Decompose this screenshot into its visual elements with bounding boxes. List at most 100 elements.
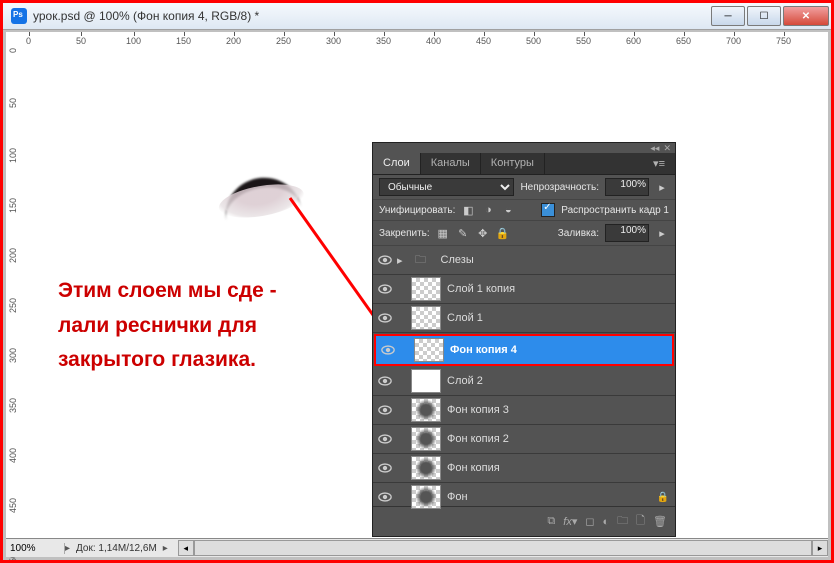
- folder-icon: 🗀: [407, 249, 435, 271]
- layer-name[interactable]: Слой 1: [447, 312, 669, 324]
- layer-thumb: [411, 306, 441, 330]
- visibility-toggle-icon[interactable]: [376, 345, 400, 355]
- layer-thumb: [411, 369, 441, 393]
- tab-layers[interactable]: Слои: [373, 153, 421, 174]
- layer-thumb: [411, 456, 441, 480]
- scroll-right-button[interactable]: ▸: [812, 540, 828, 556]
- layer-name[interactable]: Фон копия 4: [450, 344, 666, 356]
- layer-row[interactable]: Слой 1: [373, 304, 675, 333]
- layer-thumb: [411, 485, 441, 509]
- unify-style-icon[interactable]: ◒: [501, 203, 515, 217]
- layer-thumb: [414, 338, 444, 362]
- ruler-h-tick: 750: [776, 36, 791, 46]
- tab-paths[interactable]: Контуры: [481, 153, 545, 174]
- layer-list: ▸ 🗀 Слезы Слой 1 копия Слой 1 Фон копия 4 Слой…: [373, 246, 675, 506]
- visibility-toggle-icon[interactable]: [373, 284, 397, 294]
- lock-all-icon[interactable]: 🔒: [496, 226, 510, 240]
- window-close-button[interactable]: ✕: [783, 6, 829, 26]
- lock-position-icon[interactable]: ✥: [476, 226, 490, 240]
- doc-size-label: Док: 1,14M/12,6M: [70, 543, 163, 554]
- visibility-toggle-icon[interactable]: [373, 376, 397, 386]
- propagate-checkbox[interactable]: [541, 203, 555, 217]
- panel-menu-icon[interactable]: ▾≡: [643, 153, 675, 174]
- visibility-toggle-icon[interactable]: [373, 434, 397, 444]
- ruler-v-tick: 150: [8, 198, 18, 213]
- doc-flyout-icon[interactable]: ▸: [163, 543, 168, 554]
- panel-collapse-icon[interactable]: ◂◂: [650, 143, 659, 154]
- visibility-toggle-icon[interactable]: [373, 255, 397, 265]
- ruler-h-tick: 700: [726, 36, 741, 46]
- window-title: урок.psd @ 100% (Фон копия 4, RGB/8) *: [33, 9, 711, 23]
- layer-row[interactable]: Слой 2: [373, 367, 675, 396]
- visibility-toggle-icon[interactable]: [373, 405, 397, 415]
- adjustment-layer-icon[interactable]: ◐: [603, 516, 610, 528]
- layer-thumb: [411, 277, 441, 301]
- layer-name[interactable]: Фон: [447, 491, 657, 503]
- window-minimize-button[interactable]: ─: [711, 6, 745, 26]
- h-scrollbar[interactable]: ◂ ▸: [178, 540, 828, 556]
- scroll-track[interactable]: [194, 540, 812, 556]
- layer-mask-icon[interactable]: ◻: [585, 515, 594, 528]
- layer-name[interactable]: Слой 1 копия: [447, 283, 669, 295]
- delete-layer-icon[interactable]: 🗑: [653, 515, 667, 528]
- ruler-h-tick: 250: [276, 36, 291, 46]
- fill-flyout-icon[interactable]: ▸: [655, 226, 669, 240]
- link-layers-icon[interactable]: ⧉: [547, 515, 555, 528]
- ruler-h-tick: 100: [126, 36, 141, 46]
- layer-name[interactable]: Фон копия 3: [447, 404, 669, 416]
- ruler-h-tick: 150: [176, 36, 191, 46]
- opacity-input[interactable]: 100%: [605, 178, 649, 196]
- panel-close-icon[interactable]: ✕: [663, 143, 671, 154]
- unify-visibility-icon[interactable]: ◑: [481, 203, 495, 217]
- unify-label: Унифицировать:: [379, 205, 455, 216]
- layer-row[interactable]: Слой 1 копия: [373, 275, 675, 304]
- panel-footer: ⧉ fx▾ ◻ ◐ 🗀 🗋 🗑: [373, 506, 675, 536]
- fill-input[interactable]: 100%: [605, 224, 649, 242]
- layer-row[interactable]: ▸ 🗀 Слезы: [373, 246, 675, 275]
- visibility-toggle-icon[interactable]: [373, 463, 397, 473]
- expand-icon[interactable]: ▸: [397, 254, 403, 267]
- layer-name[interactable]: Фон копия: [447, 462, 669, 474]
- status-bar: 100% ▸ Док: 1,14M/12,6M ▸ ◂ ▸: [6, 538, 828, 557]
- opacity-flyout-icon[interactable]: ▸: [655, 180, 669, 194]
- ruler-v-tick: 450: [8, 498, 18, 513]
- ruler-v-tick: 350: [8, 398, 18, 413]
- blend-mode-select[interactable]: Обычные: [379, 178, 514, 196]
- ruler-h-tick: 500: [526, 36, 541, 46]
- layer-thumb: [411, 398, 441, 422]
- new-layer-icon[interactable]: 🗋: [636, 512, 645, 531]
- layer-row[interactable]: Фон копия 2: [373, 425, 675, 454]
- scroll-left-button[interactable]: ◂: [178, 540, 194, 556]
- ruler-h-tick: 200: [226, 36, 241, 46]
- ruler-v-tick: 200: [8, 248, 18, 263]
- lock-pixels-icon[interactable]: ✎: [456, 226, 470, 240]
- layer-fx-icon[interactable]: fx▾: [563, 515, 577, 528]
- new-group-icon[interactable]: 🗀: [617, 512, 628, 531]
- zoom-input[interactable]: 100%: [6, 543, 65, 554]
- vertical-ruler: 050100150200250300350400450500: [6, 48, 23, 539]
- layer-name[interactable]: Фон копия 2: [447, 433, 669, 445]
- layer-row[interactable]: Фон копия 4: [374, 334, 674, 366]
- visibility-toggle-icon[interactable]: [373, 313, 397, 323]
- layers-panel[interactable]: ◂◂ ✕ Слои Каналы Контуры ▾≡ Обычные Непр…: [372, 142, 676, 537]
- canvas[interactable]: Этим слоем мы сде - лали реснички для за…: [22, 48, 828, 539]
- window-maximize-button[interactable]: ☐: [747, 6, 781, 26]
- unify-position-icon[interactable]: ◧: [461, 203, 475, 217]
- visibility-toggle-icon[interactable]: [373, 492, 397, 502]
- annotation-line2: лали реснички для: [58, 309, 277, 344]
- layer-name[interactable]: Слезы: [441, 254, 669, 266]
- ruler-h-tick: 0: [26, 36, 31, 46]
- opacity-label: Непрозрачность:: [520, 182, 599, 193]
- titlebar: урок.psd @ 100% (Фон копия 4, RGB/8) * ─…: [3, 3, 831, 30]
- layer-row[interactable]: Фон копия: [373, 454, 675, 483]
- annotation-line1: Этим слоем мы сде -: [58, 274, 277, 309]
- ruler-h-tick: 600: [626, 36, 641, 46]
- photoshop-app-icon: [11, 8, 27, 24]
- panel-top-bar: ◂◂ ✕: [373, 143, 675, 153]
- layer-name[interactable]: Слой 2: [447, 375, 669, 387]
- layer-row[interactable]: Фон копия 3: [373, 396, 675, 425]
- tab-channels[interactable]: Каналы: [421, 153, 481, 174]
- lock-icon: 🔒: [657, 492, 669, 503]
- editor-area: 0501001502002503003504004505005506006507…: [6, 32, 828, 539]
- lock-transparency-icon[interactable]: ▦: [436, 226, 450, 240]
